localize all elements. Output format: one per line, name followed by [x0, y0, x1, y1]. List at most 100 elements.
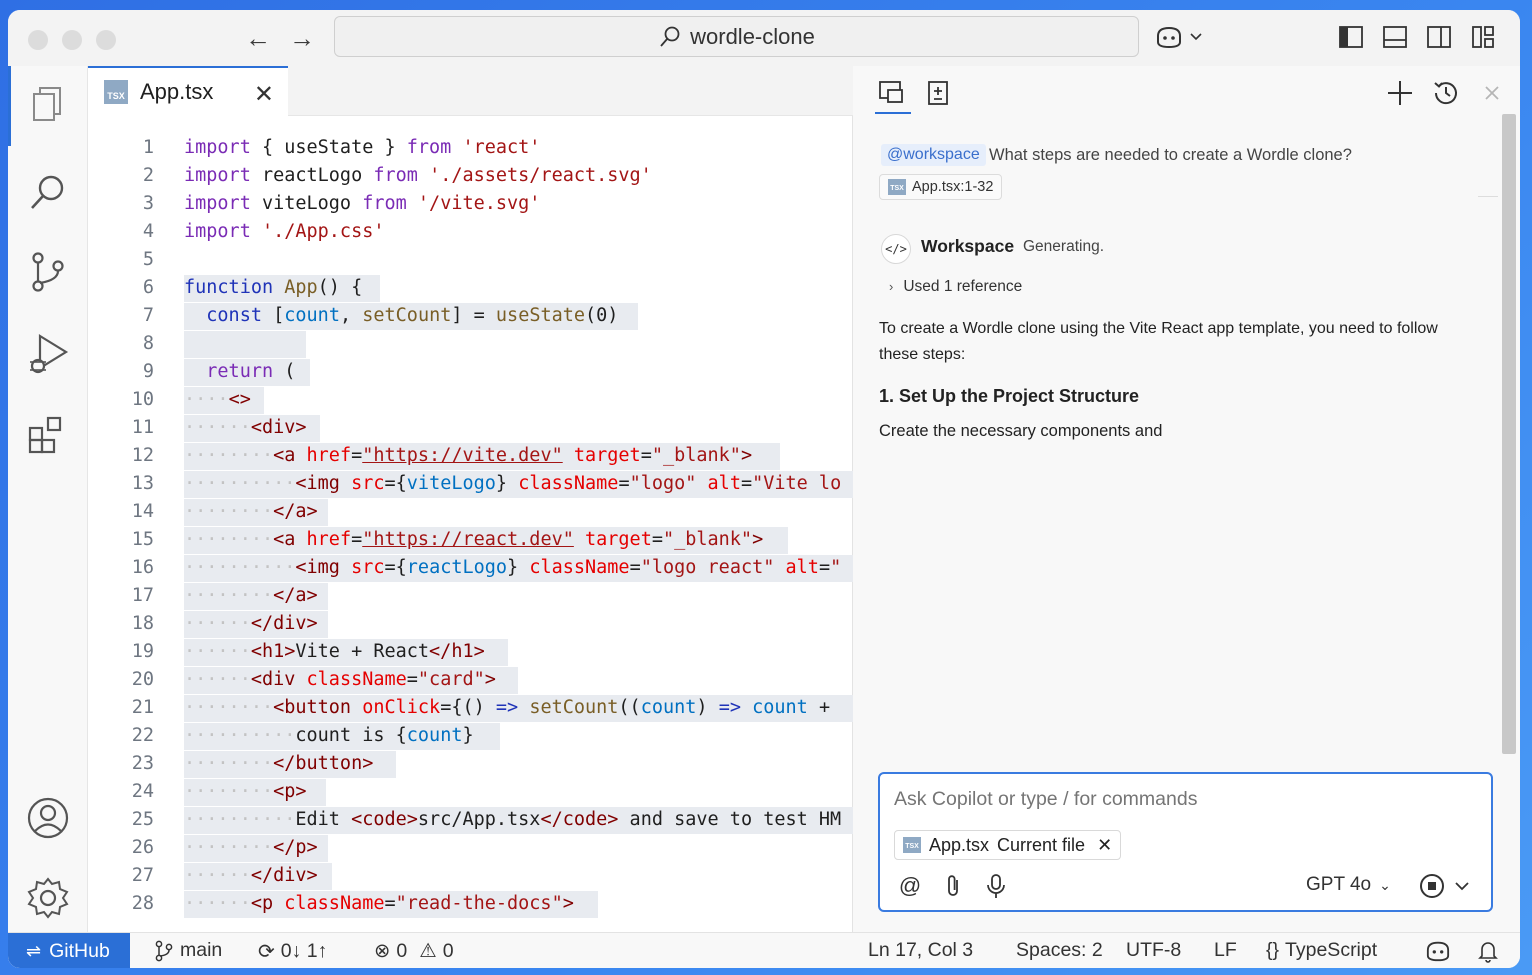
line-number: 22	[131, 725, 154, 746]
model-name: GPT 4o	[1306, 874, 1372, 895]
code-text: ········<button onClick={() => setCount(…	[184, 697, 831, 718]
braces-icon: {}	[1266, 939, 1280, 961]
line-number: 3	[142, 193, 154, 214]
reference-chip-label: App.tsx:1-32	[912, 179, 994, 195]
attach-paperclip-icon[interactable]	[940, 872, 968, 900]
explorer-icon[interactable]	[26, 82, 70, 126]
indentation[interactable]: Spaces: 2	[1016, 939, 1103, 962]
line-number: 5	[142, 249, 154, 270]
code-line: 10 ····<>	[88, 386, 853, 414]
history-icon[interactable]	[1431, 78, 1461, 108]
tsx-file-icon: TSX	[888, 179, 906, 195]
code-text: import { useState } from 'react'	[184, 137, 541, 158]
code-line: 3 import viteLogo from '/vite.svg'	[88, 190, 853, 218]
settings-gear-icon[interactable]	[26, 876, 70, 920]
search-sidebar-icon[interactable]	[26, 170, 70, 214]
code-line: 12 ········<a href="https://vite.dev" tar…	[88, 442, 853, 470]
zoom-window-button[interactable]	[96, 30, 116, 50]
model-picker[interactable]: GPT 4o ⌄	[1306, 874, 1391, 896]
file-chip-name: App.tsx	[929, 834, 990, 855]
send-options-chevron-icon[interactable]	[1452, 872, 1472, 900]
sync-indicator[interactable]: ⟳ 0↓ 1↑	[258, 939, 327, 964]
code-text: return (	[206, 361, 296, 382]
line-number: 8	[142, 333, 154, 354]
code-text: import './App.css'	[184, 221, 385, 242]
close-panel-icon[interactable]	[1477, 78, 1507, 108]
workspace-code-icon: </>	[881, 234, 911, 264]
back-arrow-icon[interactable]: ←	[244, 24, 272, 52]
responder-status: Generating.	[1023, 238, 1104, 255]
chevron-down-icon: ⌄	[1379, 877, 1391, 893]
command-center-search[interactable]: wordle-clone	[334, 16, 1139, 57]
encoding[interactable]: UTF-8	[1126, 939, 1181, 962]
code-text: ··········<img src={viteLogo} className=…	[184, 473, 842, 494]
customize-layout-icon[interactable]	[1470, 24, 1496, 50]
chat-input-box[interactable]: TSX App.tsx Current file ✕ @ GPT 4o ⌄	[878, 772, 1493, 912]
edits-icon[interactable]	[923, 78, 953, 108]
cursor-position[interactable]: Ln 17, Col 3	[868, 939, 973, 962]
notifications-bell-icon[interactable]	[1476, 939, 1500, 963]
microphone-icon[interactable]	[982, 872, 1010, 900]
code-text: ········<p>	[184, 781, 307, 802]
code-text: ····<>	[184, 389, 251, 410]
toggle-primary-sidebar-icon[interactable]	[1338, 24, 1364, 50]
error-count: 0	[396, 939, 408, 962]
editor-tab-bar: TSX App.tsx ✕	[88, 66, 853, 116]
chat-icon[interactable]	[877, 78, 907, 108]
code-text: ········</a>	[184, 501, 318, 522]
tsx-file-icon: TSX	[903, 837, 921, 853]
editor-area: TSX App.tsx ✕ 1 import { useState } from …	[88, 66, 853, 932]
app-window: ← → wordle-clone TSX App.tsx ✕ 1 import …	[8, 10, 1520, 968]
chat-input[interactable]	[894, 788, 1454, 811]
line-number: 26	[131, 837, 154, 858]
code-line: 17 ········</a>	[88, 582, 853, 610]
code-line: 4 import './App.css'	[88, 218, 853, 246]
file-chip-suffix: Current file	[997, 834, 1086, 855]
branch-indicator[interactable]: main	[154, 939, 222, 962]
current-file-chip[interactable]: TSX App.tsx Current file ✕	[894, 830, 1122, 860]
code-text: ······<h1>Vite + React</h1>	[184, 641, 485, 662]
chevron-down-icon[interactable]	[1188, 24, 1204, 50]
search-icon	[660, 26, 680, 47]
line-number: 27	[131, 865, 154, 886]
language-name: TypeScript	[1285, 939, 1378, 961]
line-number: 19	[131, 641, 154, 662]
copilot-status-icon[interactable]	[1424, 939, 1452, 963]
code-line: 8	[88, 330, 853, 358]
used-references-toggle[interactable]: › Used 1 reference	[889, 278, 1022, 296]
toggle-secondary-sidebar-icon[interactable]	[1426, 24, 1452, 50]
close-tab-icon[interactable]: ✕	[254, 80, 274, 109]
tsx-file-icon: TSX	[104, 80, 128, 104]
extensions-icon[interactable]	[26, 412, 70, 456]
language-mode[interactable]: {} TypeScript	[1266, 939, 1377, 962]
reference-chip[interactable]: TSX App.tsx:1-32	[879, 174, 1003, 200]
forward-arrow-icon[interactable]: →	[288, 24, 316, 52]
end-of-line[interactable]: LF	[1214, 939, 1237, 962]
problems-indicator[interactable]: ⊗ 0 ⚠ 0	[374, 939, 454, 963]
minimize-window-button[interactable]	[62, 30, 82, 50]
accounts-icon[interactable]	[26, 796, 70, 840]
chat-tab-indicator	[875, 112, 911, 114]
copilot-icon[interactable]	[1154, 24, 1184, 50]
line-number: 16	[131, 557, 154, 578]
line-number: 10	[131, 389, 154, 410]
remove-file-icon[interactable]: ✕	[1097, 835, 1112, 856]
code-text: ········</button>	[184, 753, 374, 774]
code-line: 24 ········<p>	[88, 778, 853, 806]
source-control-icon[interactable]	[26, 250, 70, 294]
chat-scrollbar[interactable]	[1502, 114, 1516, 754]
new-chat-plus-icon[interactable]	[1385, 78, 1415, 108]
step-heading: 1. Set Up the Project Structure	[879, 386, 1140, 406]
stop-generating-icon[interactable]	[1418, 872, 1446, 900]
warning-count: 0	[442, 939, 454, 962]
toggle-panel-icon[interactable]	[1382, 24, 1408, 50]
code-line: 5	[88, 246, 853, 274]
warning-icon: ⚠	[419, 940, 437, 962]
code-line: 27 ······</div>	[88, 862, 853, 890]
run-and-debug-icon[interactable]	[26, 332, 70, 376]
close-window-button[interactable]	[28, 30, 48, 50]
code-editor[interactable]: 1 import { useState } from 'react' 2 impor…	[88, 130, 853, 930]
mention-at-icon[interactable]: @	[896, 872, 924, 900]
tab-app-tsx[interactable]: TSX App.tsx ✕	[88, 66, 288, 116]
remote-indicator[interactable]: ⇌ GitHub	[8, 933, 130, 968]
